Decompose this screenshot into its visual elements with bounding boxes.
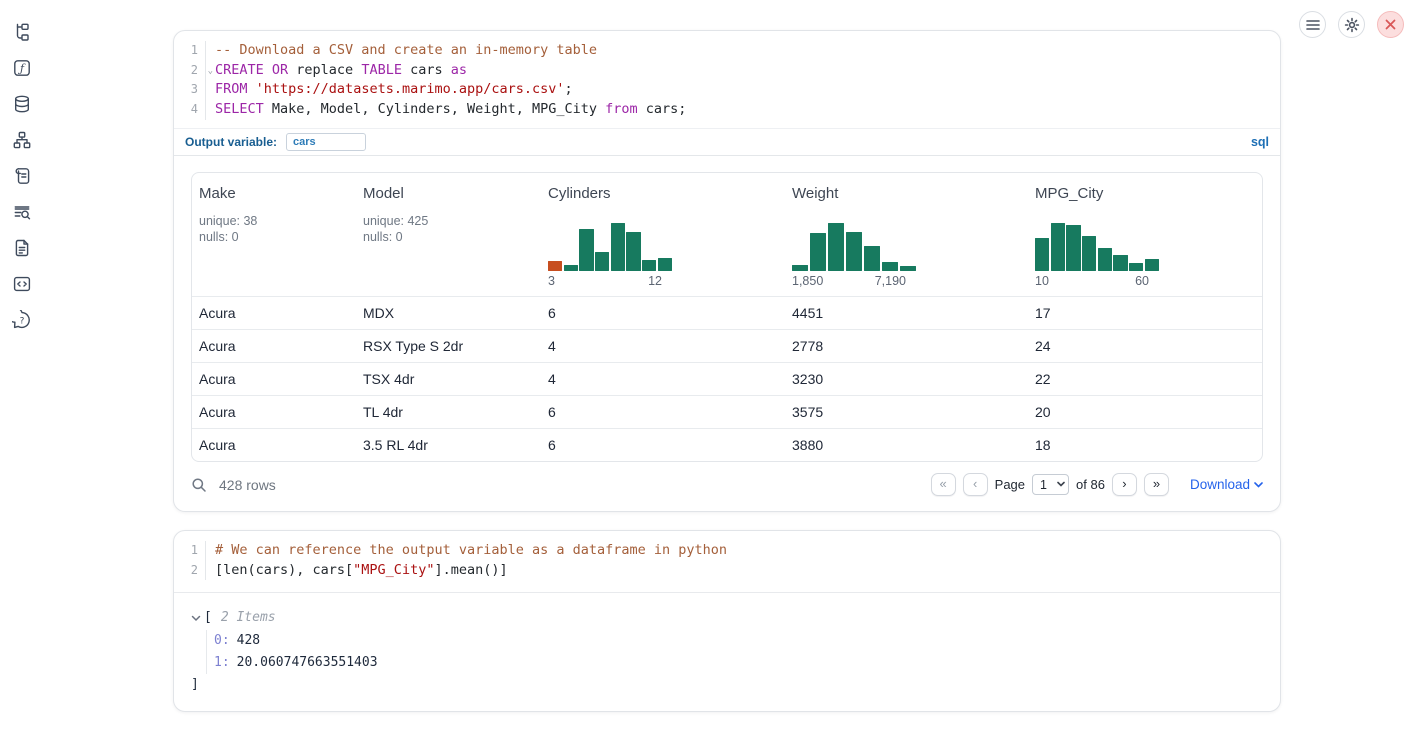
code-line: 2 [len(cars), cars["MPG_City"].mean()] <box>174 561 1280 581</box>
python-string: "MPG_City" <box>353 562 434 578</box>
first-page-button[interactable]: « <box>931 473 956 496</box>
svg-text:?: ? <box>20 316 25 326</box>
language-badge: sql <box>1251 135 1269 149</box>
hist-min-label: 10 <box>1035 274 1049 288</box>
next-page-button[interactable]: › <box>1112 473 1137 496</box>
fold-chevron-icon[interactable]: ⌄ <box>208 62 213 82</box>
column-header-make[interactable]: Make unique: 38 nulls: 0 <box>192 185 356 296</box>
prev-page-button[interactable]: ‹ <box>963 473 988 496</box>
notebook-controls <box>1299 11 1404 38</box>
code-line: 2⌄ CREATE OR replace TABLE cars as <box>174 61 1280 81</box>
function-icon[interactable]: ƒ <box>12 58 32 78</box>
line-number: 1 <box>174 541 206 561</box>
pagination: « ‹ Page 1 of 86 › » Download <box>931 473 1263 496</box>
mpg-city-histogram[interactable] <box>1035 223 1159 271</box>
code-line: 3 FROM 'https://datasets.marimo.app/cars… <box>174 80 1280 100</box>
table-header-row: Make unique: 38 nulls: 0 Model unique: 4… <box>192 173 1262 296</box>
last-page-button[interactable]: » <box>1144 473 1169 496</box>
code-line: 1 -- Download a CSV and create an in-mem… <box>174 41 1280 61</box>
row-count: 428 rows <box>219 477 276 493</box>
hist-max-label: 12 <box>648 274 662 288</box>
table-footer: 428 rows « ‹ Page 1 of 86 › » Download <box>174 462 1280 508</box>
help-icon[interactable]: ? <box>12 310 32 330</box>
page-label: Page <box>995 477 1025 492</box>
item-value: 20.060747663551403 <box>237 655 378 670</box>
table-row[interactable]: Acura RSX Type S 2dr 4 2778 24 <box>192 329 1262 362</box>
hist-max-label: 7,190 <box>875 274 906 288</box>
table-row[interactable]: Acura TSX 4dr 4 3230 22 <box>192 362 1262 395</box>
nulls-stat: nulls: 0 <box>199 229 356 246</box>
database-icon[interactable] <box>12 94 32 114</box>
menu-button[interactable] <box>1299 11 1326 38</box>
dependency-graph-icon[interactable] <box>12 130 32 150</box>
close-bracket: ] <box>191 674 1280 696</box>
table-row[interactable]: Acura 3.5 RL 4dr 6 3880 18 <box>192 428 1262 461</box>
list-item: 1: 20.060747663551403 <box>214 652 1280 674</box>
code-line: 4 SELECT Make, Model, Cylinders, Weight,… <box>174 100 1280 120</box>
collapse-chevron-icon[interactable] <box>191 615 201 622</box>
python-cell: 1 # We can reference the output variable… <box>173 530 1281 712</box>
search-icon[interactable] <box>191 477 207 493</box>
sql-string: 'https://datasets.marimo.app/cars.csv' <box>256 81 565 97</box>
open-bracket: [ <box>204 607 212 629</box>
hist-min-label: 1,850 <box>792 274 823 288</box>
sql-cell: 1 -- Download a CSV and create an in-mem… <box>173 30 1281 512</box>
results-table: Make unique: 38 nulls: 0 Model unique: 4… <box>191 172 1263 462</box>
weight-histogram[interactable] <box>792 223 916 271</box>
left-sidebar: ƒ <box>0 0 44 729</box>
line-number: 1 <box>174 41 206 61</box>
line-number: 4 <box>174 100 206 120</box>
item-key: 0: <box>214 633 230 648</box>
python-code-editor[interactable]: 1 # We can reference the output variable… <box>174 531 1280 593</box>
logs-icon[interactable] <box>12 202 32 222</box>
output-variable-row: Output variable: sql <box>174 128 1280 156</box>
output-variable-label: Output variable: <box>185 135 277 149</box>
column-header-mpg-city[interactable]: MPG_City 10 60 <box>1028 185 1262 296</box>
table-row[interactable]: Acura TL 4dr 6 3575 20 <box>192 395 1262 428</box>
nulls-stat: nulls: 0 <box>363 229 541 246</box>
python-output-tree: [ 2 Items 0: 428 1: 20.060747663551403 ] <box>174 593 1280 696</box>
svg-text:ƒ: ƒ <box>17 62 26 75</box>
sql-comment: -- Download a CSV and create an in-memor… <box>215 42 597 58</box>
page-of-label: of 86 <box>1076 477 1105 492</box>
documentation-icon[interactable] <box>12 238 32 258</box>
file-tree-icon[interactable] <box>12 22 32 42</box>
unique-stat: unique: 38 <box>199 213 356 230</box>
snippets-icon[interactable] <box>12 274 32 294</box>
hist-min-label: 3 <box>548 274 555 288</box>
chevron-down-icon <box>1254 482 1263 488</box>
list-item: 0: 428 <box>214 630 1280 652</box>
settings-gear-button[interactable] <box>1338 11 1365 38</box>
line-number: 2⌄ <box>174 61 206 81</box>
output-variable-input[interactable] <box>286 133 366 151</box>
scratchpad-icon[interactable] <box>12 166 32 186</box>
column-header-model[interactable]: Model unique: 425 nulls: 0 <box>356 185 541 296</box>
shutdown-button[interactable] <box>1377 11 1404 38</box>
items-count-label: 2 Items <box>221 607 276 629</box>
download-button[interactable]: Download <box>1190 477 1263 492</box>
table-row[interactable]: Acura MDX 6 4451 17 <box>192 296 1262 329</box>
hist-max-label: 60 <box>1135 274 1149 288</box>
line-number: 3 <box>174 80 206 100</box>
page-select[interactable]: 1 <box>1032 474 1069 495</box>
item-value: 428 <box>237 633 260 648</box>
column-header-cylinders[interactable]: Cylinders 3 12 <box>541 185 785 296</box>
python-comment: # We can reference the output variable a… <box>215 542 727 558</box>
sql-code-editor[interactable]: 1 -- Download a CSV and create an in-mem… <box>174 31 1280 128</box>
line-number: 2 <box>174 561 206 581</box>
cylinders-histogram[interactable] <box>548 223 672 271</box>
item-key: 1: <box>214 655 230 670</box>
unique-stat: unique: 425 <box>363 213 541 230</box>
code-line: 1 # We can reference the output variable… <box>174 541 1280 561</box>
column-header-weight[interactable]: Weight 1,850 7,190 <box>785 185 1028 296</box>
